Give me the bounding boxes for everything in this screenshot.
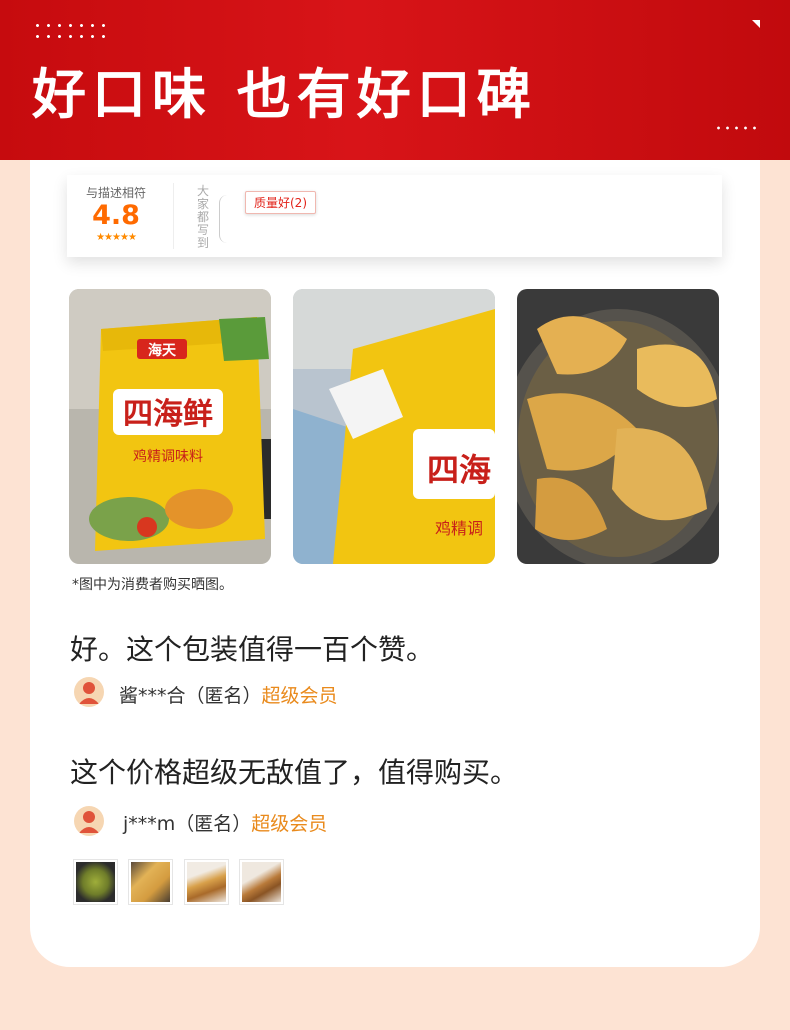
banner-title: 好口味 也有好口碑 (32, 63, 537, 126)
rating-score: 4.8 (92, 200, 140, 231)
photo-subtitle-text: 鸡精调 (435, 519, 483, 538)
rating-summary: 与描述相符 4.8 ★★★★★ 大家都写到 质量好(2) (67, 175, 722, 257)
rating-label: 与描述相符 (85, 186, 146, 200)
keyword-tag[interactable]: 质量好(2) (245, 191, 316, 214)
review-photo-2[interactable]: 四海 鸡精调 (293, 289, 495, 564)
photo-caption: *图中为消费者购买晒图。 (72, 577, 233, 593)
review-user: 酱***合（匿名）超级会员 (119, 681, 338, 708)
dot-pattern-decoration (32, 20, 110, 44)
review-thumbnail[interactable] (239, 859, 284, 905)
review-photo-1[interactable]: 海天 四海鲜 鸡精调味料 (69, 289, 271, 564)
photo-title-text: 四海鲜 (123, 397, 213, 432)
review-thumbnail[interactable] (73, 859, 118, 905)
avatar (74, 806, 104, 836)
corner-decoration (752, 20, 760, 28)
review-photo-3[interactable] (517, 289, 719, 564)
star-rating-icon: ★★★★★ (96, 232, 137, 243)
header-banner: 好口味 也有好口碑 (0, 0, 790, 160)
bracket-decoration (219, 195, 228, 243)
review-text: 好。这个包装值得一百个赞。 (70, 633, 435, 666)
member-badge: 超级会员 (251, 813, 328, 835)
photo-brand-text: 海天 (148, 342, 177, 359)
photo-title-text: 四海 (427, 451, 491, 489)
member-badge: 超级会员 (261, 685, 338, 707)
review-thumbnail[interactable] (184, 859, 229, 905)
avatar (74, 677, 104, 707)
photo-subtitle-text: 鸡精调味料 (133, 448, 203, 465)
username: j***m（匿名） (123, 813, 252, 835)
dot-line-decoration (714, 124, 760, 132)
username: 酱***合（匿名） (119, 685, 262, 707)
review-text: 这个价格超级无敌值了，值得购买。 (70, 756, 519, 789)
divider (173, 183, 174, 249)
keywords-label: 大家都写到 (197, 184, 210, 250)
review-user: j***m（匿名）超级会员 (123, 809, 327, 836)
review-thumbnail[interactable] (128, 859, 173, 905)
